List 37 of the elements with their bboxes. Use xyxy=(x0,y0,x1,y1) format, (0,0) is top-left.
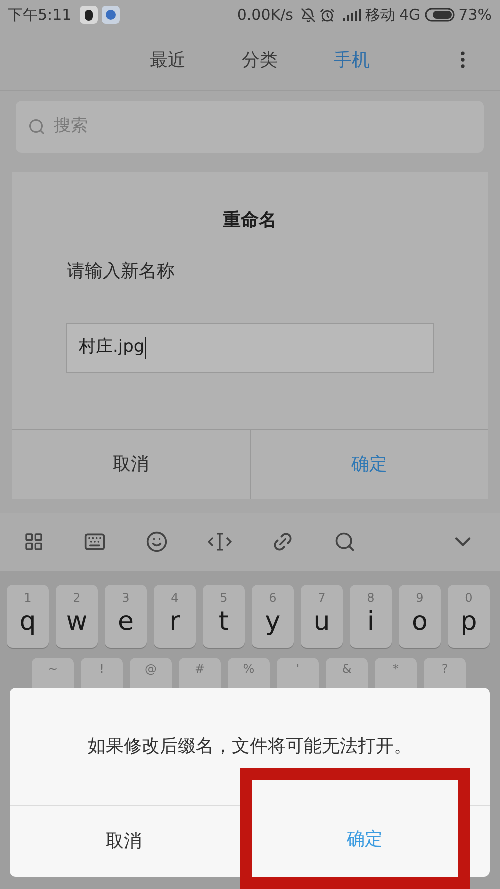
signal-icon xyxy=(343,9,362,21)
keyboard-key[interactable]: 6 y xyxy=(252,585,294,648)
mute-icon xyxy=(301,8,316,22)
search-icon xyxy=(28,118,46,136)
search-icon[interactable] xyxy=(334,531,356,553)
keyboard-key[interactable]: 9 o xyxy=(399,585,441,648)
keyboard-key[interactable]: 0 p xyxy=(448,585,490,648)
keyboard-key[interactable]: 1 q xyxy=(7,585,49,648)
dialog-title: 重命名 xyxy=(222,209,278,233)
cancel-button[interactable]: 取消 xyxy=(12,430,250,499)
grid-icon[interactable] xyxy=(24,532,44,552)
battery-icon xyxy=(424,8,455,22)
carrier-name: 移动 xyxy=(365,4,396,26)
keyboard-icon[interactable] xyxy=(84,531,106,553)
keyboard-key[interactable]: 5 t xyxy=(203,585,245,648)
alarm-icon xyxy=(320,8,336,22)
network-type: 4G xyxy=(399,4,421,26)
cursor-icon[interactable] xyxy=(208,531,232,553)
tab[interactable]: 分类 xyxy=(234,46,286,74)
network-speed: 0.00K/s xyxy=(237,4,294,26)
status-time: 下午5:11 xyxy=(8,4,72,26)
notification-app-icon xyxy=(102,6,120,24)
notification-app-icon xyxy=(80,6,98,24)
name-input[interactable]: 村庄.jpg xyxy=(66,323,434,373)
dialog-prompt: 请输入新名称 xyxy=(67,260,176,284)
battery-percent: 73% xyxy=(458,4,492,26)
search-placeholder: 搜索 xyxy=(54,115,88,138)
tab[interactable]: 最近 xyxy=(142,46,194,74)
warning-message: 如果修改后缀名，文件将可能无法打开。 xyxy=(87,735,413,759)
emoji-icon[interactable] xyxy=(146,531,168,553)
keyboard-key[interactable]: 4 r xyxy=(154,585,196,648)
keyboard-key[interactable]: 3 e xyxy=(105,585,147,648)
keyboard-key[interactable]: 7 u xyxy=(301,585,343,648)
cancel-button[interactable]: 取消 xyxy=(10,806,238,877)
input-value: 村庄.jpg xyxy=(79,336,145,360)
keyboard-key[interactable]: 2 w xyxy=(56,585,98,648)
keyboard-key[interactable]: 8 i xyxy=(350,585,392,648)
